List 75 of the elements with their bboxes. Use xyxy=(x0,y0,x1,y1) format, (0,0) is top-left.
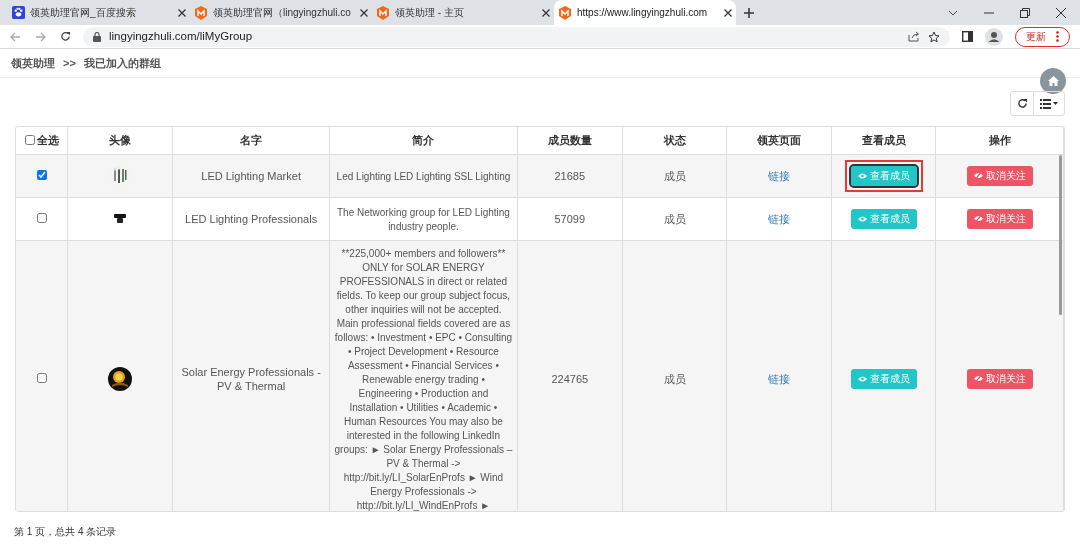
lock-icon xyxy=(93,31,101,42)
breadcrumb-separator: >> xyxy=(63,56,76,72)
paw-icon xyxy=(12,6,25,19)
caret-icon xyxy=(1053,102,1058,105)
eye-slash-icon xyxy=(973,215,983,222)
column-header: 头像 xyxy=(109,134,132,146)
row-checkbox[interactable] xyxy=(36,372,47,383)
logo-icon xyxy=(558,5,572,20)
browser-tab[interactable]: 领英助理官网_百度搜索 xyxy=(8,0,190,25)
table-cell: 21685 xyxy=(554,169,586,182)
logo-icon xyxy=(376,5,390,20)
column-header: 领英页面 xyxy=(757,134,802,146)
eye-icon xyxy=(857,215,867,222)
row-checkbox[interactable] xyxy=(36,169,47,180)
close-icon[interactable] xyxy=(360,8,368,17)
new-tab-icon[interactable] xyxy=(744,7,754,18)
restore-icon[interactable] xyxy=(1020,7,1030,18)
tab-title: 领英助理 - 主页 xyxy=(395,6,464,20)
row-checkbox[interactable] xyxy=(36,212,47,223)
side-panel-icon[interactable] xyxy=(962,31,973,42)
close-icon[interactable] xyxy=(1056,7,1066,18)
unfollow-button[interactable]: 取消关注 xyxy=(966,368,1033,389)
profile-icon[interactable] xyxy=(985,27,1003,46)
column-header: 成员数量 xyxy=(547,134,592,146)
link[interactable]: 链接 xyxy=(768,372,791,385)
table-cell: 57099 xyxy=(554,212,586,225)
link[interactable]: 链接 xyxy=(768,169,791,182)
table-cell: The Networking group for LED Lighting industry people. xyxy=(337,206,510,232)
close-icon[interactable] xyxy=(724,8,732,17)
table-cell: 成员 xyxy=(663,212,686,225)
browser-tab[interactable]: 领英助理官网（lingyingzhuli.co xyxy=(190,0,372,25)
close-icon[interactable] xyxy=(178,8,186,17)
scrollbar[interactable] xyxy=(1059,155,1062,315)
eye-icon xyxy=(857,375,867,382)
column-header: 查看成员 xyxy=(861,134,906,146)
table-cell: 成员 xyxy=(663,372,686,385)
tab-title: 领英助理官网_百度搜索 xyxy=(30,6,136,20)
more-icon[interactable] xyxy=(1056,31,1059,42)
table-cell: Led Lighting LED Lighting SSL Lighting xyxy=(336,170,511,182)
table-cell: 224765 xyxy=(551,372,589,385)
table-cell: LED Lighting Market xyxy=(201,169,301,182)
tab-title: https://www.lingyingzhuli.com xyxy=(577,6,708,20)
share-icon[interactable] xyxy=(908,31,920,42)
refresh-icon xyxy=(1016,98,1028,109)
column-header: 名字 xyxy=(240,134,263,146)
column-header: 简介 xyxy=(412,134,435,146)
table-cell: 成员 xyxy=(663,169,686,182)
unfollow-button[interactable]: 取消关注 xyxy=(966,165,1033,186)
address-field[interactable]: lingyingzhuli.com/liMyGroup xyxy=(83,26,950,47)
browser-tab[interactable]: https://www.lingyingzhuli.com xyxy=(554,0,736,25)
eye-slash-icon xyxy=(973,375,983,382)
header-label: 全选 xyxy=(36,133,59,148)
breadcrumb-link[interactable]: 领英助理 xyxy=(11,55,55,72)
browser-tab[interactable]: 领英助理 - 主页 xyxy=(372,0,554,25)
breadcrumb-current: 我已加入的群组 xyxy=(83,56,161,72)
eye-slash-icon xyxy=(973,172,983,179)
star-icon[interactable] xyxy=(928,30,940,43)
unfollow-button[interactable]: 取消关注 xyxy=(966,208,1033,229)
table-cell: Solar Energy Professionals - PV & Thermal xyxy=(181,365,321,392)
eye-icon xyxy=(857,172,867,179)
table-cell: LED Lighting Professionals xyxy=(185,212,318,225)
column-header: 操作 xyxy=(988,134,1011,146)
column-header: 状态 xyxy=(663,134,686,146)
table-cell: **225,000+ members and followers** ONLY for SOLAR ENERGY PROFESSIONALS in direct or related fields. To keep our group subject focus, other inquiries will not be accepted. Main professional fields covered are as follows: • Investment • EPC • Consulting • Project Development • Resource Assessment • Financial Services • Renewable energy trading • Engineering • Production and Installation • Utilities • Academic • Human Resources You may also be interested in the following LinkedIn groups: ► Solar Energy Professionals – PV & Thermal -> http://bit.ly/LI_SolarEnProfs ► Wind Energy Professionals -> http://bit.ly/LI_WindEnProfs ► xyxy=(334,247,513,511)
chevron-down-icon[interactable] xyxy=(948,9,958,16)
logo-icon xyxy=(194,5,208,20)
home-icon xyxy=(1047,76,1059,86)
close-icon[interactable] xyxy=(542,8,550,17)
link[interactable]: 链接 xyxy=(768,212,791,225)
list-icon xyxy=(1040,98,1051,109)
minimize-icon[interactable] xyxy=(984,11,994,14)
reload-icon[interactable] xyxy=(60,31,71,42)
select-all-checkbox[interactable] xyxy=(24,135,35,146)
pagination-info: 第 1 页，总共 4 条记录 xyxy=(13,525,118,539)
tab-title: 领英助理官网（lingyingzhuli.co xyxy=(213,6,351,20)
